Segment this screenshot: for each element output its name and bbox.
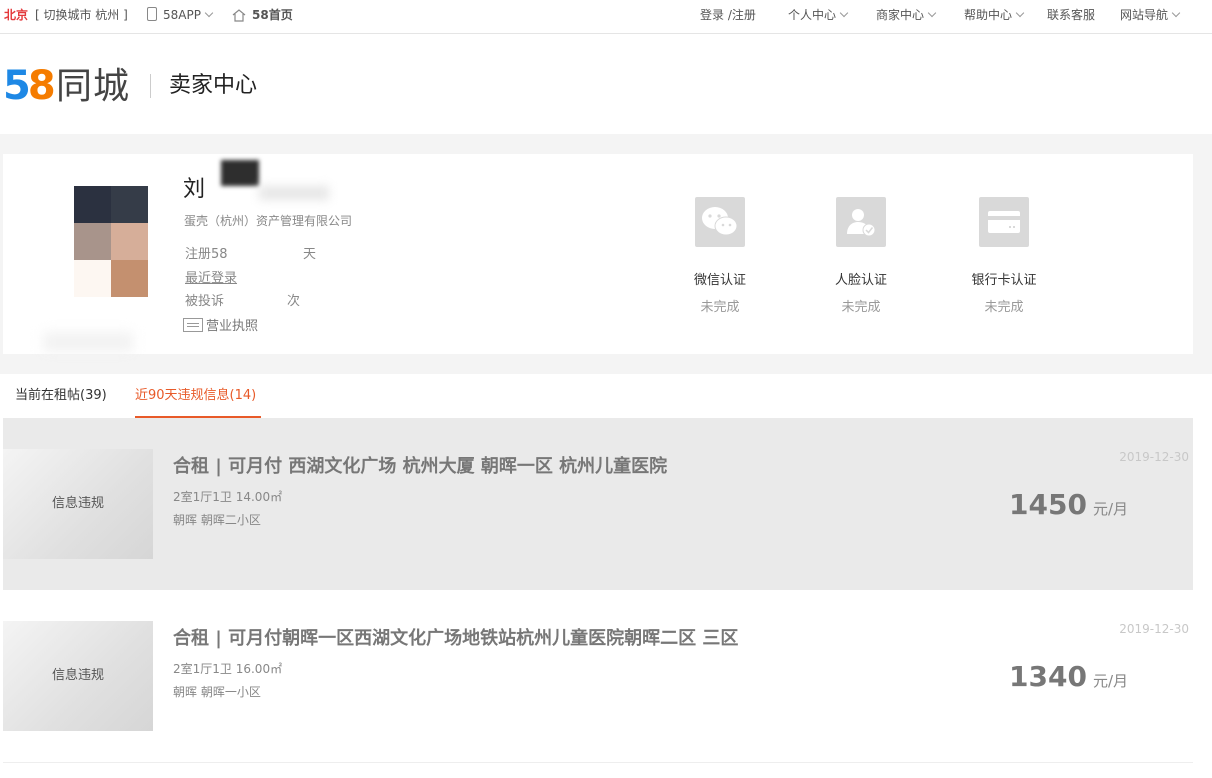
listing-spec: 2室1厅1卫 14.00㎡ [173,490,283,504]
last-login-label[interactable]: 最近登录 [185,271,237,286]
logo-8: 8 [27,63,56,109]
last-login-stat: 最近登录 [185,267,237,286]
seller-profile-card: 刘 蛋壳（杭州）资产管理有限公司 注册58 天 最近登录 被投诉 次 营业执照 … [3,154,1193,354]
help-center-menu[interactable]: 帮助中心 [964,0,1025,33]
price-unit: 元/月 [1092,672,1128,690]
logo-5: 5 [3,63,31,109]
wechat-verification-status: 未完成 [700,300,740,315]
contact-service-link[interactable]: 联系客服 [1047,0,1095,33]
listing-title[interactable]: 合租 | 可月付朝晖一区西湖文化广场地铁站杭州儿童医院朝晖二区 三区 [173,624,738,650]
face-verify-icon [836,197,886,247]
business-license-link[interactable]: 营业执照 [183,315,258,334]
bank-card-icon [979,197,1029,247]
app-label: 58APP [163,8,201,22]
redaction-mark [43,332,133,352]
bank-card-verification[interactable]: 银行卡认证 未完成 [964,197,1044,315]
redaction-mark [221,160,259,186]
personal-center-label: 个人中心 [788,8,837,22]
listing-area: 朝晖 朝晖一小区 [173,685,261,699]
listing-thumbnail[interactable]: 信息违规 [3,621,153,731]
license-icon [183,318,203,332]
price-value: 1450 [1009,488,1087,521]
site-nav-label: 网站导航 [1120,8,1169,22]
listing-area: 朝晖 朝晖二小区 [173,513,261,527]
business-license-label: 营业执照 [206,319,259,334]
company-name: 蛋壳（杭州）资产管理有限公司 [184,214,353,228]
bank-card-verification-title: 银行卡认证 [971,273,1037,288]
wechat-verification-title: 微信认证 [693,273,746,288]
redaction-mark [259,186,329,200]
avatar [74,186,148,297]
avatar-tile [74,260,111,297]
listing-title[interactable]: 合租 | 可月付 西湖文化广场 杭州大厦 朝晖一区 杭州儿童医院 [173,452,667,478]
registration-label: 注册58 [185,247,228,262]
registration-value: 天 [303,247,317,262]
tab-violations[interactable]: 近90天违规信息(14) [135,387,256,405]
logo-text: 同城 [56,66,131,107]
complaint-value: 次 [287,294,301,309]
personal-center-menu[interactable]: 个人中心 [788,0,849,33]
wechat-verification[interactable]: 微信认证 未完成 [680,197,760,315]
city-name: 北京 [4,8,29,22]
violation-label: 信息违规 [51,668,104,683]
price-unit: 元/月 [1092,500,1128,518]
listing-price: 1450 元/月 [1009,488,1128,521]
list-item[interactable]: 信息违规 合租 | 可月付 西湖文化广场 杭州大厦 朝晖一区 杭州儿童医院 2室… [3,418,1193,590]
violation-label: 信息违规 [51,496,104,511]
chevron-down-icon [1171,8,1181,18]
seller-name: 刘 [183,177,206,202]
login-register-link[interactable]: 登录 /注册 [700,0,756,33]
help-center-label: 帮助中心 [964,8,1013,22]
chevron-down-icon [839,8,849,18]
home-icon [232,9,246,22]
home-label: 58首页 [252,8,293,22]
list-item[interactable]: 信息违规 合租 | 可月付朝晖一区西湖文化广场地铁站杭州儿童医院朝晖二区 三区 … [3,590,1193,763]
site-logo[interactable]: 58 [3,63,56,109]
chevron-down-icon [927,8,937,18]
chevron-down-icon [1015,8,1025,18]
chevron-down-icon [204,8,214,18]
avatar-tile [111,223,148,260]
face-verification[interactable]: 人脸认证 未完成 [821,197,901,315]
price-value: 1340 [1009,660,1087,693]
tab-current-rentals[interactable]: 当前在租帖(39) [15,387,107,405]
page-header: 58 同城 卖家中心 [0,34,1212,134]
listing-date: 2019-12-30 [1119,622,1189,636]
listing-tabs: 当前在租帖(39) 近90天违规信息(14) [0,374,1212,418]
wechat-icon [695,197,745,247]
listing-date: 2019-12-30 [1119,450,1189,464]
avatar-tile [111,260,148,297]
merchant-center-label: 商家中心 [876,8,925,22]
bank-card-verification-status: 未完成 [984,300,1024,315]
complaint-stat: 被投诉 次 [185,290,300,309]
phone-icon [147,7,157,21]
header-divider [150,74,151,98]
registration-stat: 注册58 天 [185,243,316,262]
app-download-link[interactable]: 58APP [147,0,214,33]
switch-city-link[interactable]: [ 切换城市 杭州 ] [35,0,128,33]
page-title: 卖家中心 [169,73,258,98]
avatar-tile [74,186,111,223]
face-verification-title: 人脸认证 [834,273,887,288]
listing-spec: 2室1厅1卫 16.00㎡ [173,662,283,676]
top-bar: 北京 [ 切换城市 杭州 ] 58APP 58首页 登录 /注册 个人中心 商家… [0,0,1212,34]
avatar-tile [74,223,111,260]
listing-price: 1340 元/月 [1009,660,1128,693]
complaint-label: 被投诉 [185,294,225,309]
site-nav-menu[interactable]: 网站导航 [1120,0,1181,33]
home-link[interactable]: 58首页 [232,0,293,33]
current-city: 北京 [4,0,28,33]
merchant-center-menu[interactable]: 商家中心 [876,0,937,33]
avatar-tile [111,186,148,223]
face-verification-status: 未完成 [841,300,881,315]
listing-thumbnail[interactable]: 信息违规 [3,449,153,559]
